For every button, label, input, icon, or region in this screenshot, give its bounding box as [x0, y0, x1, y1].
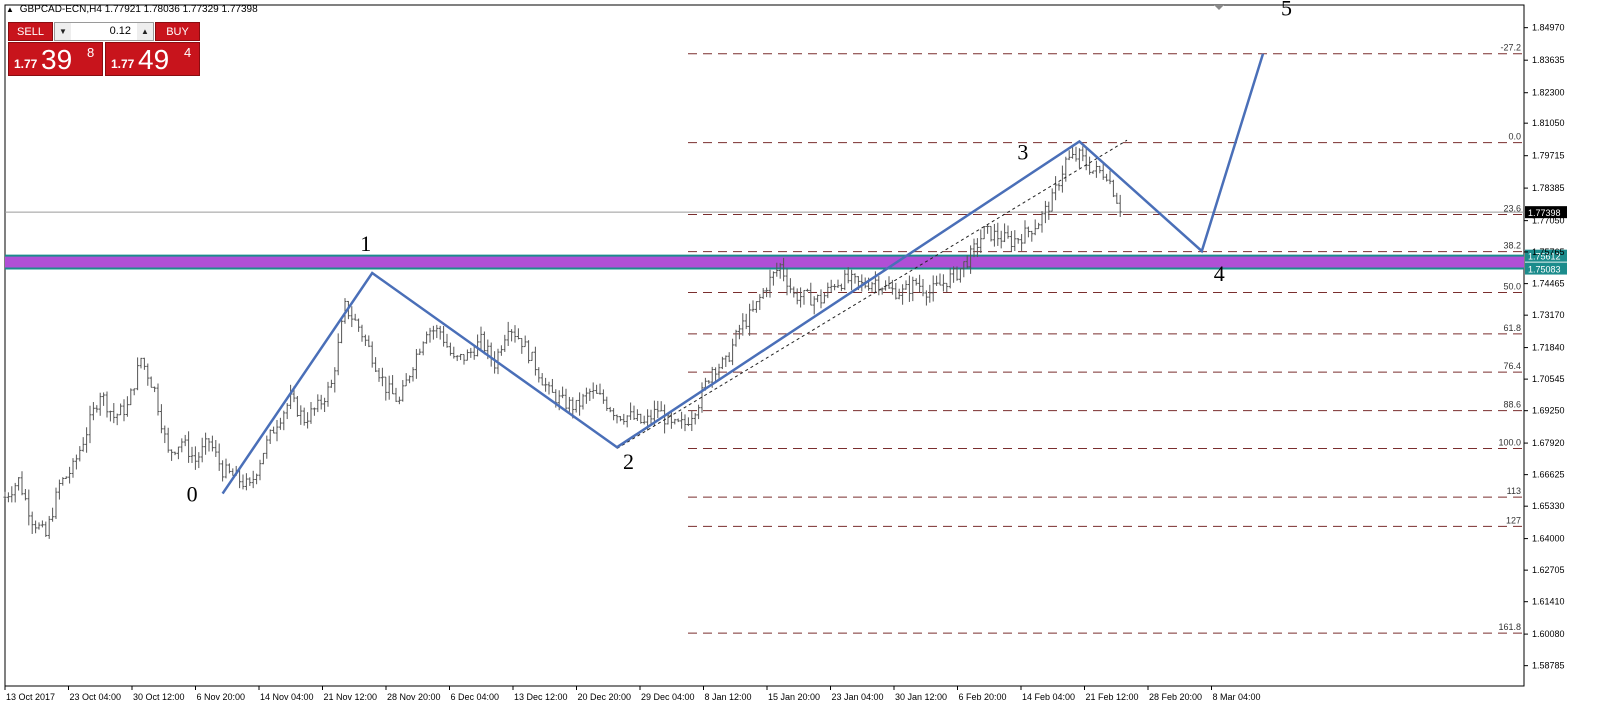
fib-level-label: 38.2 [1503, 241, 1521, 251]
wave-label-5: 5 [1281, 0, 1292, 21]
time-axis-tick-label: 6 Nov 20:00 [197, 692, 246, 702]
wave-label-2: 2 [623, 449, 634, 474]
price-axis-tick-label: 1.62705 [1532, 565, 1565, 575]
price-axis-tick-label: 1.61410 [1532, 597, 1565, 607]
price-axis-tick-label: 1.67920 [1532, 438, 1565, 448]
buy-button[interactable]: BUY [155, 22, 200, 41]
time-axis-tick-label: 30 Jan 12:00 [895, 692, 947, 702]
time-axis-tick-label: 8 Mar 04:00 [1213, 692, 1261, 702]
ohlc-values: 1.77921 1.78036 1.77329 1.77398 [104, 4, 258, 15]
fib-level-label: 61.8 [1503, 323, 1521, 333]
fib-level-label: 127 [1506, 515, 1521, 525]
wave-label-1: 1 [360, 231, 371, 256]
chart-header: ▲ GBPCAD-ECN,H4 1.77921 1.78036 1.77329 … [6, 4, 258, 15]
zone-price-label: 1.75083 [1528, 265, 1561, 275]
time-axis-tick-label: 13 Dec 12:00 [514, 692, 568, 702]
buy-price-big: 49 [138, 44, 170, 75]
price-axis-tick-label: 1.82300 [1532, 88, 1565, 98]
buy-price-sup: 4 [184, 45, 192, 60]
time-axis-tick-label: 20 Dec 20:00 [578, 692, 632, 702]
price-axis-tick-label: 1.77050 [1532, 216, 1565, 226]
price-axis-tick-label: 1.75765 [1532, 247, 1565, 257]
plot-area [4, 4, 1525, 687]
price-axis-tick-label: 1.84970 [1532, 23, 1565, 33]
time-axis-tick-label: 21 Feb 12:00 [1086, 692, 1139, 702]
fib-level-label: 161.8 [1498, 622, 1521, 632]
time-axis-tick-label: 13 Oct 2017 [6, 692, 55, 702]
sell-price-big: 39 [41, 44, 73, 75]
wave-label-3: 3 [1017, 139, 1028, 164]
time-axis-tick-label: 30 Oct 12:00 [133, 692, 185, 702]
fib-level-label: 88.6 [1503, 400, 1521, 410]
price-axis-tick-label: 1.71840 [1532, 343, 1565, 353]
zone-band [5, 255, 1524, 269]
time-axis-tick-label: 21 Nov 12:00 [324, 692, 378, 702]
price-axis-tick-label: 1.66625 [1532, 470, 1565, 480]
time-axis-tick-label: 15 Jan 20:00 [768, 692, 820, 702]
time-axis-tick-label: 6 Feb 20:00 [959, 692, 1007, 702]
price-axis: 1.84970 1.83635 1.82300 1.81050 1.79715 1.783… [1524, 23, 1565, 671]
fib-level-label: -27.2 [1500, 43, 1521, 53]
price-axis-tick-label: 1.58785 [1532, 661, 1565, 671]
price-axis-tick-label: 1.65330 [1532, 501, 1565, 511]
price-axis-tick-label: 1.60080 [1532, 629, 1565, 639]
time-axis: 13 Oct 2017 23 Oct 04:00 30 Oct 12:00 6 Nov… [4, 686, 1261, 702]
price-chart[interactable]: -27.20.023.638.250.061.876.488.6100.0113… [0, 0, 1600, 720]
time-axis-tick-label: 28 Nov 20:00 [387, 692, 441, 702]
time-axis-tick-label: 8 Jan 12:00 [705, 692, 752, 702]
time-axis-tick-label: 23 Jan 04:00 [832, 692, 884, 702]
time-axis-tick-label: 14 Feb 04:00 [1022, 692, 1075, 702]
buy-quote[interactable]: 1.77 49 4 [105, 42, 200, 76]
wave-label-0: 0 [187, 482, 198, 507]
lot-increase-icon[interactable]: ▲ [137, 23, 153, 40]
price-axis-tick-label: 1.69250 [1532, 406, 1565, 416]
lot-size-input[interactable]: ▼ 0.12 ▲ [54, 22, 154, 41]
fib-level-label: 100.0 [1498, 437, 1521, 447]
lot-decrease-icon[interactable]: ▼ [55, 23, 71, 40]
time-axis-tick-label: 29 Dec 04:00 [641, 692, 695, 702]
price-axis-tick-label: 1.83635 [1532, 55, 1565, 65]
triangle-icon: ▲ [6, 5, 14, 14]
lot-size-value: 0.12 [109, 25, 131, 37]
wave-label-4: 4 [1214, 261, 1225, 286]
fib-level-label: 50.0 [1503, 282, 1521, 292]
time-axis-tick-label: 28 Feb 20:00 [1149, 692, 1202, 702]
time-axis-tick-label: 14 Nov 04:00 [260, 692, 314, 702]
price-axis-tick-label: 1.64000 [1532, 534, 1565, 544]
price-axis-tick-label: 1.81050 [1532, 118, 1565, 128]
price-axis-tick-label: 1.79715 [1532, 151, 1565, 161]
buy-price-prefix: 1.77 [111, 57, 135, 71]
price-axis-tick-label: 1.78385 [1532, 183, 1565, 193]
time-axis-tick-label: 6 Dec 04:00 [451, 692, 500, 702]
fib-level-label: 113 [1507, 486, 1521, 496]
sell-price-sup: 8 [87, 45, 95, 60]
price-axis-tick-label: 1.74465 [1532, 279, 1565, 289]
sell-quote[interactable]: 1.77 39 8 [8, 42, 103, 76]
time-axis-tick-label: 23 Oct 04:00 [70, 692, 122, 702]
price-axis-tick-label: 1.73170 [1532, 310, 1565, 320]
fib-level-label: 0.0 [1508, 132, 1521, 142]
sell-price-prefix: 1.77 [14, 57, 38, 71]
price-axis-tick-label: 1.70545 [1532, 374, 1565, 384]
sell-button[interactable]: SELL [8, 22, 53, 41]
symbol-label: GBPCAD-ECN,H4 [19, 4, 102, 15]
one-click-trading-panel: SELL ▼ 0.12 ▲ BUY 1.77 39 8 1.77 49 4 [8, 22, 200, 76]
fib-level-label: 76.4 [1503, 361, 1521, 371]
